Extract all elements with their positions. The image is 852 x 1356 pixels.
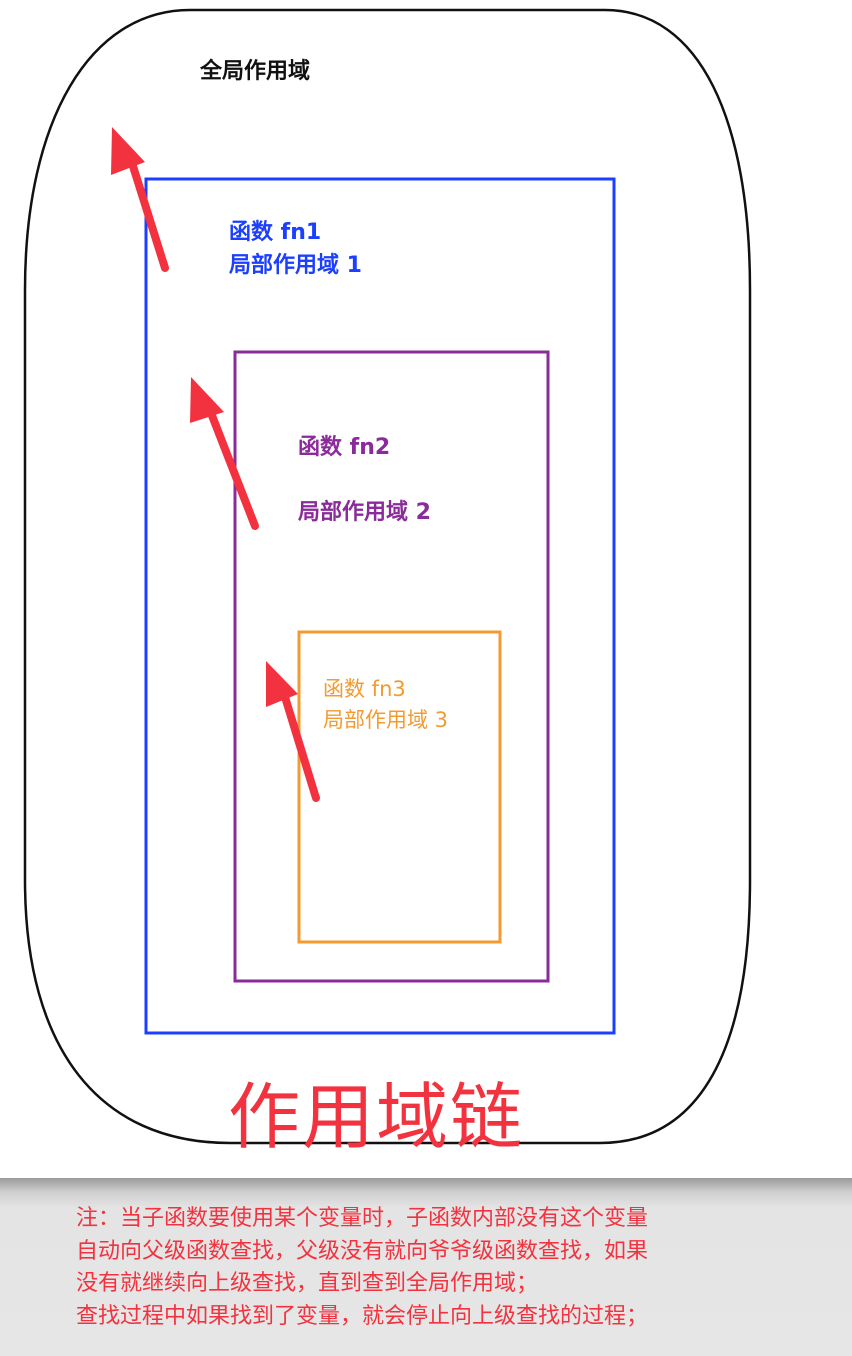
arrow-fn3-to-fn2	[266, 661, 320, 802]
note-line: 没有就继续向上级查找，直到查到全局作用域；	[76, 1271, 539, 1296]
fn2-scope-label: 局部作用域 2	[298, 500, 431, 525]
note-panel	[0, 1178, 852, 1356]
arrow-fn1-to-global	[111, 127, 169, 272]
scope-chain-diagram: 全局作用域 函数 fn1 局部作用域 1 函数 fn2 局部作用域 2 函数 f…	[0, 0, 852, 1356]
fn1-scope-label: 局部作用域 1	[229, 253, 362, 278]
fn3-name-label: 函数 fn3	[323, 677, 406, 701]
fn1-scope-box	[144, 177, 616, 1035]
arrow-fn2-to-fn1	[190, 377, 259, 530]
fn2-name-label: 函数 fn2	[298, 435, 391, 460]
diagram-title: 作用域链	[228, 1075, 525, 1159]
global-scope-label: 全局作用域	[200, 59, 311, 84]
diagram-shapes	[23, 8, 752, 1145]
note-line: 注：当子函数要使用某个变量时，子函数内部没有这个变量	[76, 1206, 649, 1231]
note-line: 自动向父级函数查找，父级没有就向爷爷级函数查找，如果	[76, 1239, 649, 1264]
fn1-name-label: 函数 fn1	[229, 220, 322, 245]
fn3-scope-label: 局部作用域 3	[323, 708, 449, 732]
note-line: 查找过程中如果找到了变量，就会停止向上级查找的过程；	[76, 1304, 649, 1329]
